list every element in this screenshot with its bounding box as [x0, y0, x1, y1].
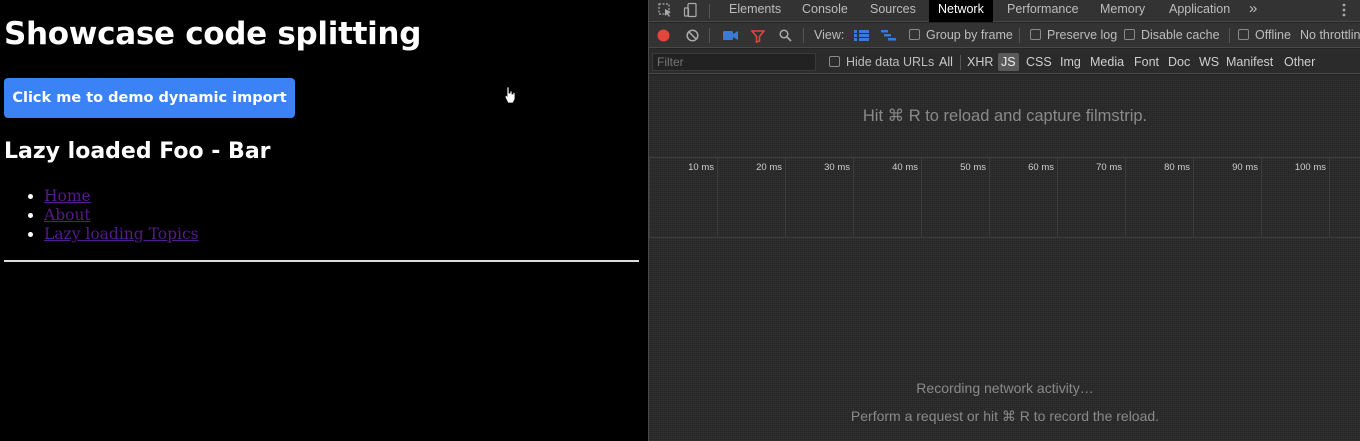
timeline-tick: 30 ms [785, 158, 853, 238]
filmstrip-hint: Hit ⌘ R to reload and capture filmstrip. [862, 107, 1148, 125]
list-item: About [44, 206, 199, 225]
waterfall-icon[interactable] [881, 30, 896, 41]
checkbox[interactable] [1030, 29, 1041, 40]
perform-request-hint: Perform a request or hit ⌘ R to record t… [850, 408, 1160, 424]
checkbox[interactable] [1238, 29, 1249, 40]
filter-type-manifest[interactable]: Manifest [1226, 53, 1273, 71]
filter-separator [960, 55, 961, 70]
device-toolbar-icon[interactable] [683, 2, 699, 18]
tab-network[interactable]: Network [929, 0, 993, 22]
large-rows-icon[interactable] [854, 30, 869, 41]
tab-memory[interactable]: Memory [1100, 0, 1145, 22]
tab-console[interactable]: Console [802, 0, 848, 22]
filter-type-xhr[interactable]: XHR [967, 53, 993, 71]
timeline-tick: 100 ms [1261, 158, 1329, 238]
list-item: Lazy loading Topics [44, 225, 199, 244]
timeline-tick: 60 ms [989, 158, 1057, 238]
filter-type-css[interactable]: CSS [1026, 53, 1052, 71]
divider [4, 260, 639, 262]
filter-type-all[interactable]: All [939, 53, 953, 71]
preserve-log-toggle[interactable]: Preserve log [1030, 23, 1117, 48]
hide-data-urls-label: Hide data URLs [846, 55, 935, 69]
timeline-overview: 10 ms 20 ms 30 ms 40 ms 50 ms 60 ms 70 m… [649, 157, 1360, 238]
toolbar-separator [1019, 28, 1020, 43]
tab-elements[interactable]: Elements [729, 0, 781, 22]
filter-type-other[interactable]: Other [1284, 53, 1315, 71]
tab-sources[interactable]: Sources [870, 0, 916, 22]
toolbar-separator [1229, 28, 1230, 43]
lazy-loaded-heading: Lazy loaded Foo - Bar [4, 139, 271, 164]
inspect-element-icon[interactable] [657, 2, 673, 18]
network-toolbar: View: Group by frame Preserve log Disabl… [649, 23, 1360, 48]
timeline-tick: 70 ms [1057, 158, 1125, 238]
timeline-tick [1329, 158, 1360, 238]
timeline-tick: 90 ms [1193, 158, 1261, 238]
clear-icon[interactable] [686, 29, 699, 42]
timeline-tick: 20 ms [717, 158, 785, 238]
devtools-panel: Elements Console Sources Network Perform… [648, 0, 1360, 441]
nav-list: Home About Lazy loading Topics [44, 187, 199, 244]
throttling-select[interactable]: No throttling [1300, 23, 1360, 48]
offline-toggle[interactable]: Offline [1238, 23, 1291, 48]
kebab-menu-icon[interactable] [1336, 2, 1352, 18]
filter-type-ws[interactable]: WS [1199, 53, 1219, 71]
toolbar-separator [803, 28, 804, 43]
preserve-log-label: Preserve log [1047, 28, 1118, 42]
filter-icon[interactable] [751, 29, 765, 43]
tab-performance[interactable]: Performance [1007, 0, 1079, 22]
filter-input[interactable] [652, 53, 816, 71]
network-body: Hit ⌘ R to reload and capture filmstrip.… [649, 75, 1360, 441]
timeline-tick: 80 ms [1125, 158, 1193, 238]
filter-type-img[interactable]: Img [1060, 53, 1081, 71]
checkbox[interactable] [829, 56, 840, 67]
checkbox[interactable] [909, 29, 920, 40]
more-tabs-icon[interactable]: » [1249, 0, 1257, 22]
disable-cache-toggle[interactable]: Disable cache [1124, 23, 1220, 48]
group-by-frame-label: Group by frame [926, 28, 1013, 42]
timeline-tick: 10 ms [649, 158, 717, 238]
offline-label: Offline [1255, 28, 1291, 42]
tab-application[interactable]: Application [1169, 0, 1230, 22]
filter-type-doc[interactable]: Doc [1168, 53, 1190, 71]
timeline-tick: 50 ms [921, 158, 989, 238]
search-icon[interactable] [779, 29, 792, 42]
network-filter-bar: Hide data URLs All XHR JS CSS Img Media … [649, 49, 1360, 74]
timeline-tick: 40 ms [853, 158, 921, 238]
record-icon[interactable] [657, 29, 670, 42]
nav-link-about[interactable]: About [44, 206, 91, 224]
page-title: Showcase code splitting [4, 16, 422, 52]
filter-type-js[interactable]: JS [998, 53, 1019, 71]
tab-separator [709, 4, 710, 18]
devtools-tab-bar: Elements Console Sources Network Perform… [649, 0, 1360, 22]
dynamic-import-button[interactable]: Click me to demo dynamic import [4, 78, 295, 118]
group-by-frame-toggle[interactable]: Group by frame [909, 23, 1013, 48]
filter-type-media[interactable]: Media [1090, 53, 1124, 71]
checkbox[interactable] [1124, 29, 1135, 40]
camera-icon[interactable] [723, 30, 738, 41]
hand-cursor-icon [504, 86, 516, 104]
view-label: View: [814, 28, 845, 42]
toolbar-separator [709, 28, 710, 43]
list-item: Home [44, 187, 199, 206]
nav-link-home[interactable]: Home [44, 187, 91, 205]
disable-cache-label: Disable cache [1141, 28, 1220, 42]
app-viewport: Showcase code splitting Click me to demo… [0, 0, 648, 441]
nav-link-lazy-topics[interactable]: Lazy loading Topics [44, 225, 199, 243]
hide-data-urls-toggle[interactable]: Hide data URLs [829, 53, 934, 71]
filter-type-font[interactable]: Font [1134, 53, 1159, 71]
recording-status: Recording network activity… [916, 380, 1094, 396]
